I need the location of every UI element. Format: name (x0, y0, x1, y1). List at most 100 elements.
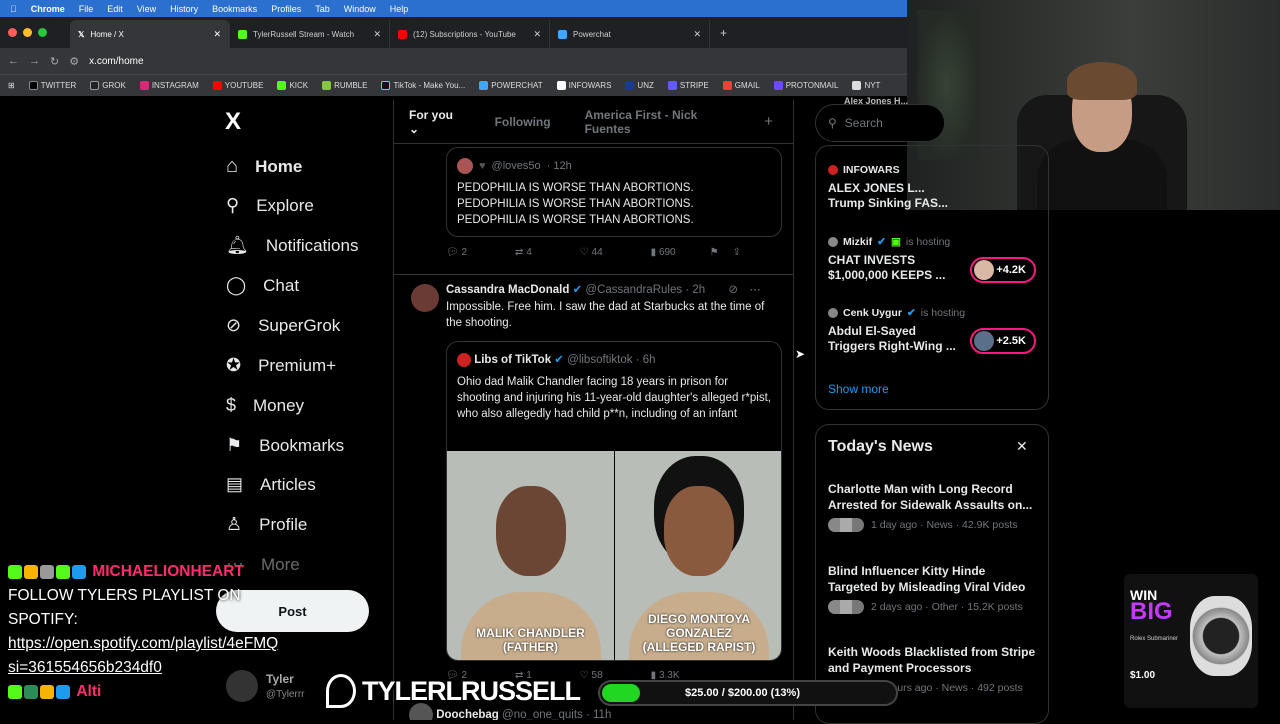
nav-supergrok[interactable]: ⊘ SuperGrok (226, 315, 340, 336)
menu-bookmarks[interactable]: Bookmarks (212, 4, 257, 14)
bookmark-rumble[interactable]: RUMBLE (322, 81, 367, 91)
minimize-window-button[interactable] (23, 28, 32, 37)
mugshot-image[interactable]: MALIK CHANDLER (FATHER) (447, 451, 614, 660)
bookmark-grok[interactable]: GROK (90, 81, 126, 91)
bookmark-protonmail[interactable]: PROTONMAIL (773, 81, 838, 91)
tiktok-icon (326, 674, 356, 708)
live-title: Abdul El-Sayed Triggers Right-Wing ... (828, 324, 956, 353)
menu-profiles[interactable]: Profiles (271, 4, 301, 14)
quoted-tweet[interactable]: ♥ @loves5o · 12h PEDOPHILIA IS WORSE THA… (446, 147, 782, 237)
premium-icon: ✪ (226, 355, 242, 375)
tab-for-you[interactable]: For you ⌄ (409, 108, 461, 136)
nav-money[interactable]: $ Money (226, 395, 304, 416)
goal-text: $25.00 / $200.00 (13%) (685, 687, 800, 699)
tab-home-x[interactable]: 𝕏 Home / X ✕ (70, 20, 230, 48)
quoted-tweet[interactable]: Libs of TikTok ✔ @libsoftiktok · 6h Ohio… (446, 341, 782, 661)
mugshot-image[interactable]: DIEGO MONTOYA GONZALEZ (ALLEGED RAPIST) (615, 451, 781, 660)
new-tab-icon[interactable]: + (710, 26, 727, 48)
nav-profile[interactable]: ♙ Profile (226, 514, 307, 535)
bookmark-kick[interactable]: KICK (277, 81, 308, 91)
close-tab-icon[interactable]: ✕ (693, 29, 701, 40)
bookmark-youtube[interactable]: YOUTUBE (212, 81, 263, 91)
home-icon: ⌂ (226, 155, 239, 177)
menu-chrome[interactable]: Chrome (31, 4, 65, 14)
avatar (974, 260, 994, 280)
more-icon[interactable]: ⋯ (749, 284, 761, 296)
url-field[interactable]: x.com/home (89, 56, 143, 67)
show-more-link[interactable]: Show more (828, 382, 889, 396)
bookmark-powerchat[interactable]: POWERCHAT (479, 81, 543, 91)
like-button[interactable]: ♡ 44 (580, 247, 603, 258)
bookmark-icon: ⚑ (226, 435, 243, 455)
bookmark-infowars[interactable]: INFOWARS (556, 81, 611, 91)
author-handle[interactable]: @CassandraRules (585, 284, 682, 296)
nav-articles[interactable]: ▤ Articles (226, 474, 316, 495)
bookmark-tiktok[interactable]: TikTok - Make You... (381, 81, 465, 91)
bookmark-stripe[interactable]: STRIPE (667, 81, 709, 91)
badge-icon (56, 684, 70, 699)
crown-icon (40, 684, 54, 699)
bookmark-icon[interactable]: ⚑ (710, 247, 719, 258)
x-logo[interactable]: X (225, 108, 241, 136)
bookmark-nyt[interactable]: NYT (852, 81, 880, 91)
chat-message: FOLLOW TYLERS PLAYLIST ON SPOTIFY: (8, 587, 241, 628)
live-item[interactable]: INFOWARS ALEX JONES L... Trump Sinking F… (828, 164, 1038, 211)
tab-following[interactable]: Following (495, 115, 551, 129)
bookmark-unz[interactable]: UNZ (625, 81, 654, 91)
tab-powerchat[interactable]: Powerchat ✕ (550, 20, 710, 48)
menu-tab[interactable]: Tab (315, 4, 330, 14)
bookmark-instagram[interactable]: INSTAGRAM (139, 81, 199, 91)
tab-youtube[interactable]: (12) Subscriptions - YouTube ✕ (390, 20, 550, 48)
reload-icon[interactable]: ↻ (50, 55, 59, 68)
author-name[interactable]: Cassandra MacDonald (446, 284, 569, 296)
bookmark-gmail[interactable]: GMAIL (722, 81, 760, 91)
grok-icon[interactable]: ⊘ (728, 284, 738, 296)
menu-view[interactable]: View (137, 4, 156, 14)
image-caption: DIEGO MONTOYA GONZALEZ (ALLEGED RAPIST) (642, 612, 756, 654)
live-listeners-pill[interactable]: +2.5K (970, 328, 1036, 354)
nav-home[interactable]: ⌂ Home (226, 155, 302, 178)
news-item[interactable]: Blind Influencer Kitty Hinde Targeted by… (828, 563, 1038, 614)
apple-icon[interactable]:  (10, 4, 17, 14)
apps-icon[interactable]: ⊞ (8, 81, 15, 90)
zoom-window-button[interactable] (38, 28, 47, 37)
news-item[interactable]: Charlotte Man with Long Record Arrested … (828, 481, 1038, 532)
person-icon: ♙ (226, 514, 243, 534)
tab-kick[interactable]: TylerRussell Stream - Watch ✕ (230, 20, 390, 48)
views-count[interactable]: ▮ 690 (651, 247, 676, 258)
add-tab-icon[interactable]: + (764, 113, 773, 130)
nav-bookmarks[interactable]: ⚑ Bookmarks (226, 435, 344, 456)
search-input[interactable]: ⚲ Search (815, 104, 945, 142)
badge-icon (40, 564, 54, 579)
menu-edit[interactable]: Edit (107, 4, 123, 14)
author-name[interactable]: Doochebag (436, 709, 499, 720)
share-icon[interactable]: ⇪ (733, 247, 741, 258)
forward-icon[interactable]: → (29, 55, 40, 67)
close-window-button[interactable] (8, 28, 17, 37)
site-info-icon[interactable]: ⚙ (69, 55, 79, 68)
nav-chat[interactable]: ◯ Chat (226, 275, 299, 296)
reply-button[interactable]: 💬︎ 2 (446, 247, 467, 258)
back-icon[interactable]: ← (8, 55, 19, 67)
close-tab-icon[interactable]: ✕ (533, 29, 541, 40)
author-handle[interactable]: @no_one_quits (502, 709, 583, 720)
nav-notifications[interactable]: 🔔︎ Notifications (226, 235, 358, 256)
live-listeners-pill[interactable]: +4.2K (970, 257, 1036, 283)
bookmark-twitter[interactable]: TWITTER (28, 81, 76, 91)
menu-file[interactable]: File (79, 4, 94, 14)
menu-help[interactable]: Help (390, 4, 409, 14)
repost-button[interactable]: ⇄ 4 (515, 247, 532, 258)
nav-premium[interactable]: ✪ Premium+ (226, 355, 336, 376)
menu-window[interactable]: Window (344, 4, 376, 14)
kick-badge-icon (8, 684, 22, 699)
nav-explore[interactable]: ⚲ Explore (226, 195, 314, 216)
live-partial-title: Alex Jones H... (844, 96, 909, 106)
avatar[interactable] (411, 284, 439, 312)
menu-history[interactable]: History (170, 4, 198, 14)
close-icon[interactable]: ✕ (1016, 438, 1028, 455)
like-button[interactable]: ♡ 58 (580, 670, 603, 681)
tab-america-first[interactable]: America First - Nick Fuentes (585, 108, 731, 136)
close-tab-icon[interactable]: ✕ (213, 29, 221, 40)
close-tab-icon[interactable]: ✕ (373, 29, 381, 40)
badge-icon (56, 564, 70, 579)
